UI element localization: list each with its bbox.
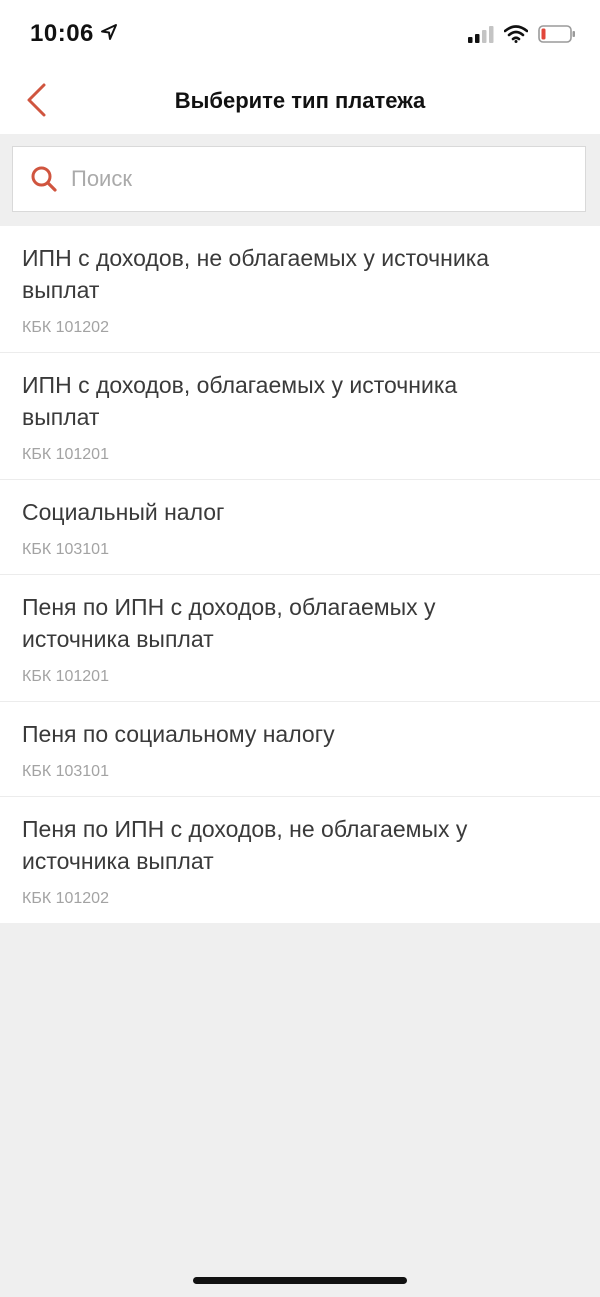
search-input[interactable] [71, 159, 551, 199]
payment-type-list: ИПН с доходов, не облагаемых у источника… [0, 226, 600, 923]
list-item[interactable]: Социальный налог КБК 103101 [0, 480, 600, 575]
search-area [0, 134, 600, 226]
wifi-icon [503, 25, 529, 48]
search-icon [29, 164, 59, 194]
status-indicators [468, 24, 576, 49]
battery-low-icon [538, 24, 576, 49]
cellular-signal-icon [468, 25, 494, 48]
status-time: 10:06 [30, 20, 94, 47]
item-code: КБК 101201 [22, 446, 109, 463]
item-title: Пеня по ИПН с доходов, не облагаемых у и… [22, 816, 468, 874]
item-title: Социальный налог [22, 499, 225, 525]
list-item[interactable]: Пеня по ИПН с доходов, не облагаемых у и… [0, 797, 600, 923]
list-item[interactable]: Пеня по ИПН с доходов, облагаемых у исто… [0, 575, 600, 702]
status-time-group: 10:06 [30, 20, 118, 48]
navigation-bar: Выберите тип платежа [0, 72, 600, 134]
item-code: КБК 103101 [22, 541, 109, 558]
item-title: ИПН с доходов, облагаемых у источника вы… [22, 372, 458, 430]
item-code: КБК 101201 [22, 668, 109, 685]
item-title: Пеня по ИПН с доходов, облагаемых у исто… [22, 594, 436, 652]
home-indicator[interactable] [193, 1277, 407, 1284]
search-box[interactable] [12, 146, 586, 212]
item-title: Пеня по социальному налогу [22, 721, 335, 747]
list-item[interactable]: ИПН с доходов, не облагаемых у источника… [0, 226, 600, 353]
status-bar: 10:06 [0, 0, 600, 72]
list-item[interactable]: Пеня по социальному налогу КБК 103101 [0, 702, 600, 797]
item-title: ИПН с доходов, не облагаемых у источника… [22, 245, 490, 303]
item-code: КБК 101202 [22, 890, 109, 907]
page-title: Выберите тип платежа [174, 88, 426, 113]
item-code: КБК 103101 [22, 763, 109, 780]
list-item[interactable]: ИПН с доходов, облагаемых у источника вы… [0, 353, 600, 480]
location-arrow-icon [100, 23, 118, 46]
item-code: КБК 101202 [22, 319, 109, 336]
